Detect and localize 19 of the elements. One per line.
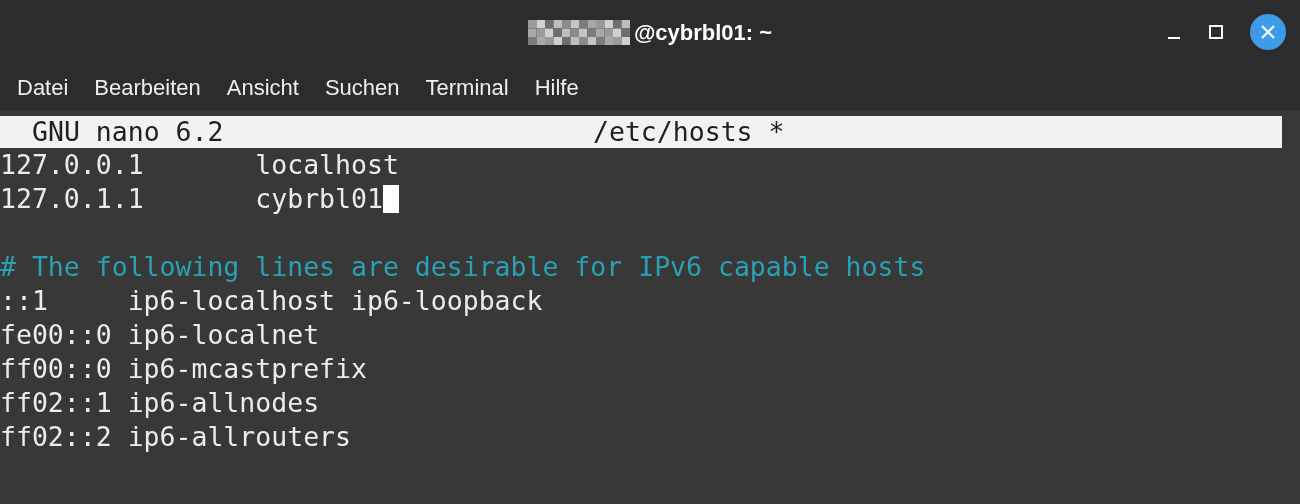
editor-version: GNU nano 6.2	[32, 115, 224, 149]
text-line: ff00::0 ip6-mcastprefix	[0, 352, 367, 386]
text-line: ff02::2 ip6-allrouters	[0, 420, 351, 454]
menu-item[interactable]: Bearbeiten	[81, 70, 214, 104]
maximize-icon[interactable]	[1208, 24, 1224, 40]
close-icon[interactable]	[1250, 14, 1286, 50]
window-title: @cybrbl01: ~	[633, 18, 773, 47]
menu-item[interactable]: Terminal	[412, 70, 522, 104]
menu-item[interactable]: Ansicht	[213, 70, 312, 104]
file-name: /etc/hosts *	[593, 115, 785, 149]
comment-line: # The following lines are desirable for IPv6 capable hosts	[0, 250, 926, 284]
text-line: 127.0.0.1 localhost	[0, 148, 399, 182]
text-line: fe00::0 ip6-localnet	[0, 318, 320, 352]
text-line: ::1 ip6-localhost ip6-loopback	[0, 284, 543, 318]
text-line: 127.0.1.1 cybrbl01	[0, 182, 383, 216]
menu-item[interactable]: Suchen	[311, 70, 413, 104]
menu-item[interactable]: Hilfe	[521, 70, 592, 104]
menu-item[interactable]: Datei	[4, 70, 82, 104]
text-line: ff02::1 ip6-allnodes	[0, 386, 320, 420]
